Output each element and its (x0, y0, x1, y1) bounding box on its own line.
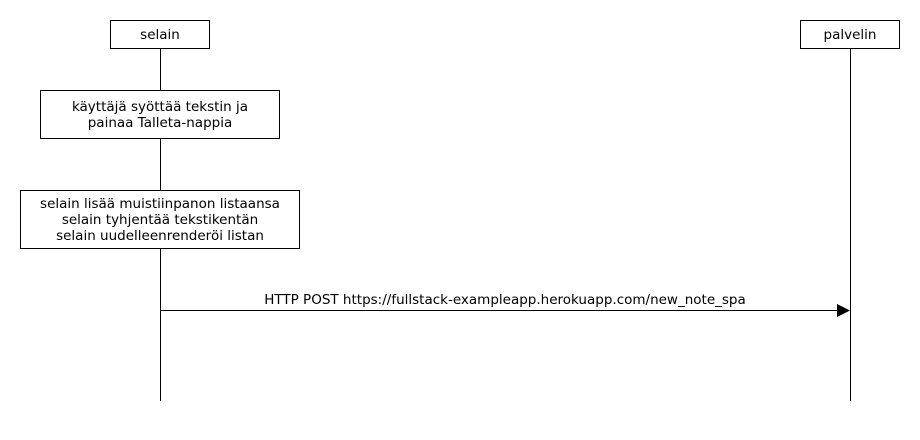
note-line: selain uudelleenrenderöi listan (56, 227, 264, 244)
arrowhead-icon (837, 304, 850, 317)
note-browser-actions: selain lisää muistiinpanon listaansa sel… (20, 190, 300, 249)
participant-server: palvelin (800, 20, 900, 49)
message-arrow-line (160, 310, 840, 311)
note-user-input: käyttäjä syöttää tekstin ja painaa Talle… (40, 90, 280, 139)
server-lifeline (850, 49, 851, 401)
message-label: HTTP POST https://fullstack-exampleapp.h… (264, 292, 746, 308)
note-line: käyttäjä syöttää tekstin ja (71, 98, 249, 115)
note-line: selain lisää muistiinpanon listaansa (40, 195, 280, 212)
participant-server-label: palvelin (823, 26, 877, 43)
participant-browser: selain (110, 20, 210, 49)
note-line: selain tyhjentää tekstikentän (61, 211, 259, 228)
note-line: painaa Talleta-nappia (87, 114, 233, 131)
participant-browser-label: selain (140, 26, 180, 43)
